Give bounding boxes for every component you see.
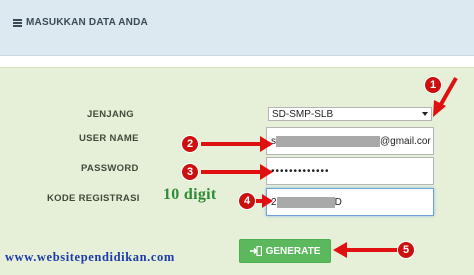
digit-note: 10 digit xyxy=(163,186,217,203)
step-badge-5: 5 xyxy=(397,241,415,259)
step-badge-3: 3 xyxy=(181,163,199,181)
generate-button-label: GENERATE xyxy=(265,245,321,257)
kode-registrasi-label: KODE REGISTRASI xyxy=(47,193,140,204)
jenjang-label: JENJANG xyxy=(87,109,134,120)
jenjang-selected-value: SD-SMP-SLB xyxy=(272,108,334,120)
username-input[interactable]: s @gmail.cor xyxy=(266,127,434,155)
password-label: PASSWORD xyxy=(81,163,139,174)
step-badge-4: 4 xyxy=(238,192,256,210)
panel-title: MASUKKAN DATA ANDA xyxy=(13,17,148,28)
password-value: ••••••••••••• xyxy=(271,165,330,177)
kode-registrasi-input[interactable]: 2 D xyxy=(266,188,434,216)
redacted-username xyxy=(276,135,380,147)
watermark-text: www.websitependidikan.com xyxy=(5,250,175,264)
redacted-kode xyxy=(276,196,335,208)
header-panel: MASUKKAN DATA ANDA xyxy=(0,0,474,56)
username-suffix: @gmail.cor xyxy=(380,135,431,147)
login-icon xyxy=(249,246,262,256)
jenjang-select[interactable]: SD-SMP-SLB xyxy=(268,107,432,121)
generate-button[interactable]: GENERATE xyxy=(239,239,331,263)
kode-suffix: D xyxy=(334,196,342,208)
chevron-down-icon xyxy=(422,112,428,116)
username-label: USER NAME xyxy=(79,133,139,144)
step-badge-2: 2 xyxy=(181,135,199,153)
password-input[interactable]: ••••••••••••• xyxy=(266,157,434,185)
list-icon xyxy=(13,18,22,27)
step-badge-1: 1 xyxy=(424,76,442,94)
panel-title-text: MASUKKAN DATA ANDA xyxy=(26,17,148,28)
